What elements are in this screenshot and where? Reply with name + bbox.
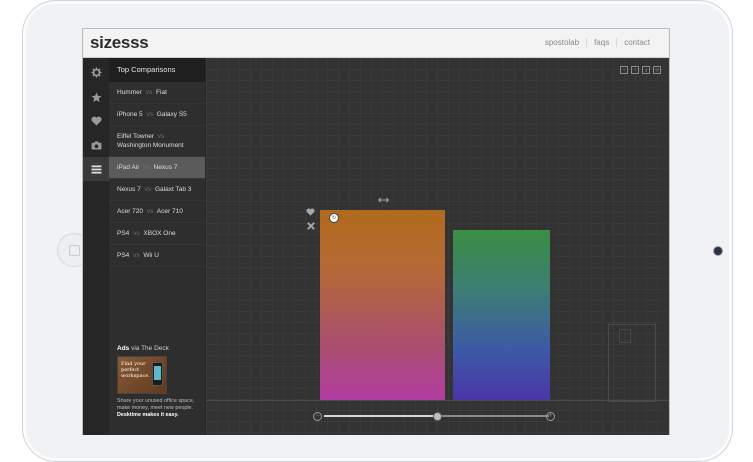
heart-icon — [90, 116, 102, 126]
comparison-vs: vs — [133, 252, 140, 259]
resize-handle[interactable] — [378, 195, 389, 205]
baseline — [206, 400, 669, 401]
ad-image[interactable]: Find your perfect workspace. — [117, 356, 167, 394]
comparison-item-b: Galaxt Tab 3 — [154, 186, 192, 193]
panel-title: Top Comparisons — [109, 58, 205, 82]
arrows-horizontal-icon — [378, 197, 389, 203]
comparison-vs: vs — [144, 186, 152, 193]
zoom-in-button[interactable]: + — [546, 412, 555, 421]
photo-button[interactable] — [83, 133, 109, 157]
favorites-button[interactable] — [83, 85, 109, 109]
zoom-out-button[interactable]: − — [313, 412, 322, 421]
comparison-vs: vs — [146, 111, 153, 118]
zoom-slider[interactable] — [324, 412, 549, 421]
comparison-canvas[interactable]: t f g @ ↻ − + — [206, 58, 669, 435]
comparison-item[interactable]: iPad Air vs Nexus 7 — [109, 157, 205, 179]
comparison-vs: vs — [146, 208, 154, 215]
zoom-slider-knob[interactable] — [432, 412, 442, 421]
zoom-slider-fill — [324, 415, 437, 417]
ad-copy-text: Share your unused office space, make mon… — [117, 398, 195, 411]
ads-via[interactable]: via The Deck — [131, 345, 169, 352]
google-plus-icon[interactable]: g — [642, 66, 650, 74]
comparison-item-a: Acer 720 — [117, 208, 144, 215]
camera-icon — [91, 140, 101, 150]
comparison-item-a: Hummer — [117, 89, 142, 96]
nav-link-contact[interactable]: contact — [616, 38, 657, 47]
top-nav: spostolab faqs contact — [538, 38, 657, 47]
size-bar-nexus-7[interactable] — [453, 230, 550, 400]
top-bar: sizesss spostolab faqs contact — [83, 29, 669, 58]
comparison-item[interactable]: Hummer vs Fiat — [109, 82, 205, 104]
heart-icon — [306, 208, 315, 216]
ads-block: Ads via The Deck Find your perfect works… — [117, 345, 199, 419]
comparison-item[interactable]: Nexus 7 vs Galaxt Tab 3 — [109, 179, 205, 201]
ad-copy: Share your unused office space, make mon… — [117, 398, 199, 419]
comparison-item-b: Nexus 7 — [153, 164, 178, 171]
ghost-device-outline — [608, 324, 656, 402]
comparison-vs: vs — [133, 230, 140, 237]
app-logo[interactable]: sizesss — [90, 33, 149, 53]
comparison-item-b: Galaxy S5 — [156, 111, 187, 118]
comparison-vs: vs — [145, 89, 153, 96]
list-icon — [91, 164, 101, 174]
gear-icon — [90, 66, 102, 78]
comparison-vs: vs — [157, 133, 165, 140]
rotate-handle[interactable]: ↻ — [329, 213, 339, 223]
comparison-item-b: Acer 710 — [156, 208, 183, 215]
email-icon[interactable]: @ — [653, 66, 661, 74]
comparison-list: Hummer vs Fiat iPhone 5 vs Galaxy S5 Eiffe… — [109, 82, 205, 267]
share-icons: t f g @ — [620, 66, 661, 74]
camera-lens — [713, 246, 723, 256]
comparison-item-a: iPhone 5 — [117, 111, 143, 118]
ads-label: Ads — [117, 345, 130, 352]
nav-link-spostolab[interactable]: spostolab — [538, 38, 586, 47]
likes-button[interactable] — [83, 109, 109, 133]
list-button[interactable] — [83, 157, 109, 181]
comparison-item-b: Fiat — [156, 89, 167, 96]
comparison-item-a: PS4 — [117, 230, 130, 237]
ad-copy-brand[interactable]: Desktime — [117, 412, 141, 418]
size-bar-ipad-air[interactable] — [320, 210, 445, 400]
comparison-item-a: Eiffel Towner — [117, 133, 154, 140]
comparison-item-b: XBOX One — [143, 230, 176, 237]
comparison-vs: vs — [143, 164, 150, 171]
close-icon — [307, 222, 315, 230]
comparison-item-a: PS4 — [117, 252, 130, 259]
comparison-item[interactable]: Acer 720 vs Acer 710 — [109, 201, 205, 223]
nav-link-faqs[interactable]: faqs — [586, 38, 616, 47]
twitter-icon[interactable]: t — [620, 66, 628, 74]
facebook-icon[interactable]: f — [631, 66, 639, 74]
app-screen: sizesss spostolab faqs contact Top Compa… — [82, 28, 670, 435]
icon-rail — [83, 58, 109, 435]
comparison-item-a: Nexus 7 — [117, 186, 141, 193]
ad-copy-tagline: makes it easy. — [142, 412, 179, 418]
comparison-item[interactable]: PS4 vs XBOX One — [109, 223, 205, 245]
comparison-item-b: Wii U — [143, 252, 159, 259]
remove-bar-button[interactable] — [307, 222, 315, 232]
star-icon — [90, 91, 102, 102]
ghost-device-detail — [619, 329, 631, 343]
settings-button[interactable] — [83, 60, 109, 84]
like-bar-button[interactable] — [306, 208, 315, 218]
comparison-item[interactable]: PS4 vs Wii U — [109, 245, 205, 267]
comparison-item-a: iPad Air — [117, 164, 140, 171]
ad-image-text: Find your perfect workspace. — [121, 361, 150, 379]
phone-icon — [152, 362, 163, 386]
ads-heading: Ads via The Deck — [117, 345, 199, 352]
comparison-item-b: Washington Monument — [117, 142, 184, 149]
comparisons-panel: Top Comparisons Hummer vs Fiat iPhone 5 v… — [109, 58, 206, 435]
comparison-item[interactable]: Eiffel Towner vs Washington Monument — [109, 126, 205, 157]
comparison-item[interactable]: iPhone 5 vs Galaxy S5 — [109, 104, 205, 126]
